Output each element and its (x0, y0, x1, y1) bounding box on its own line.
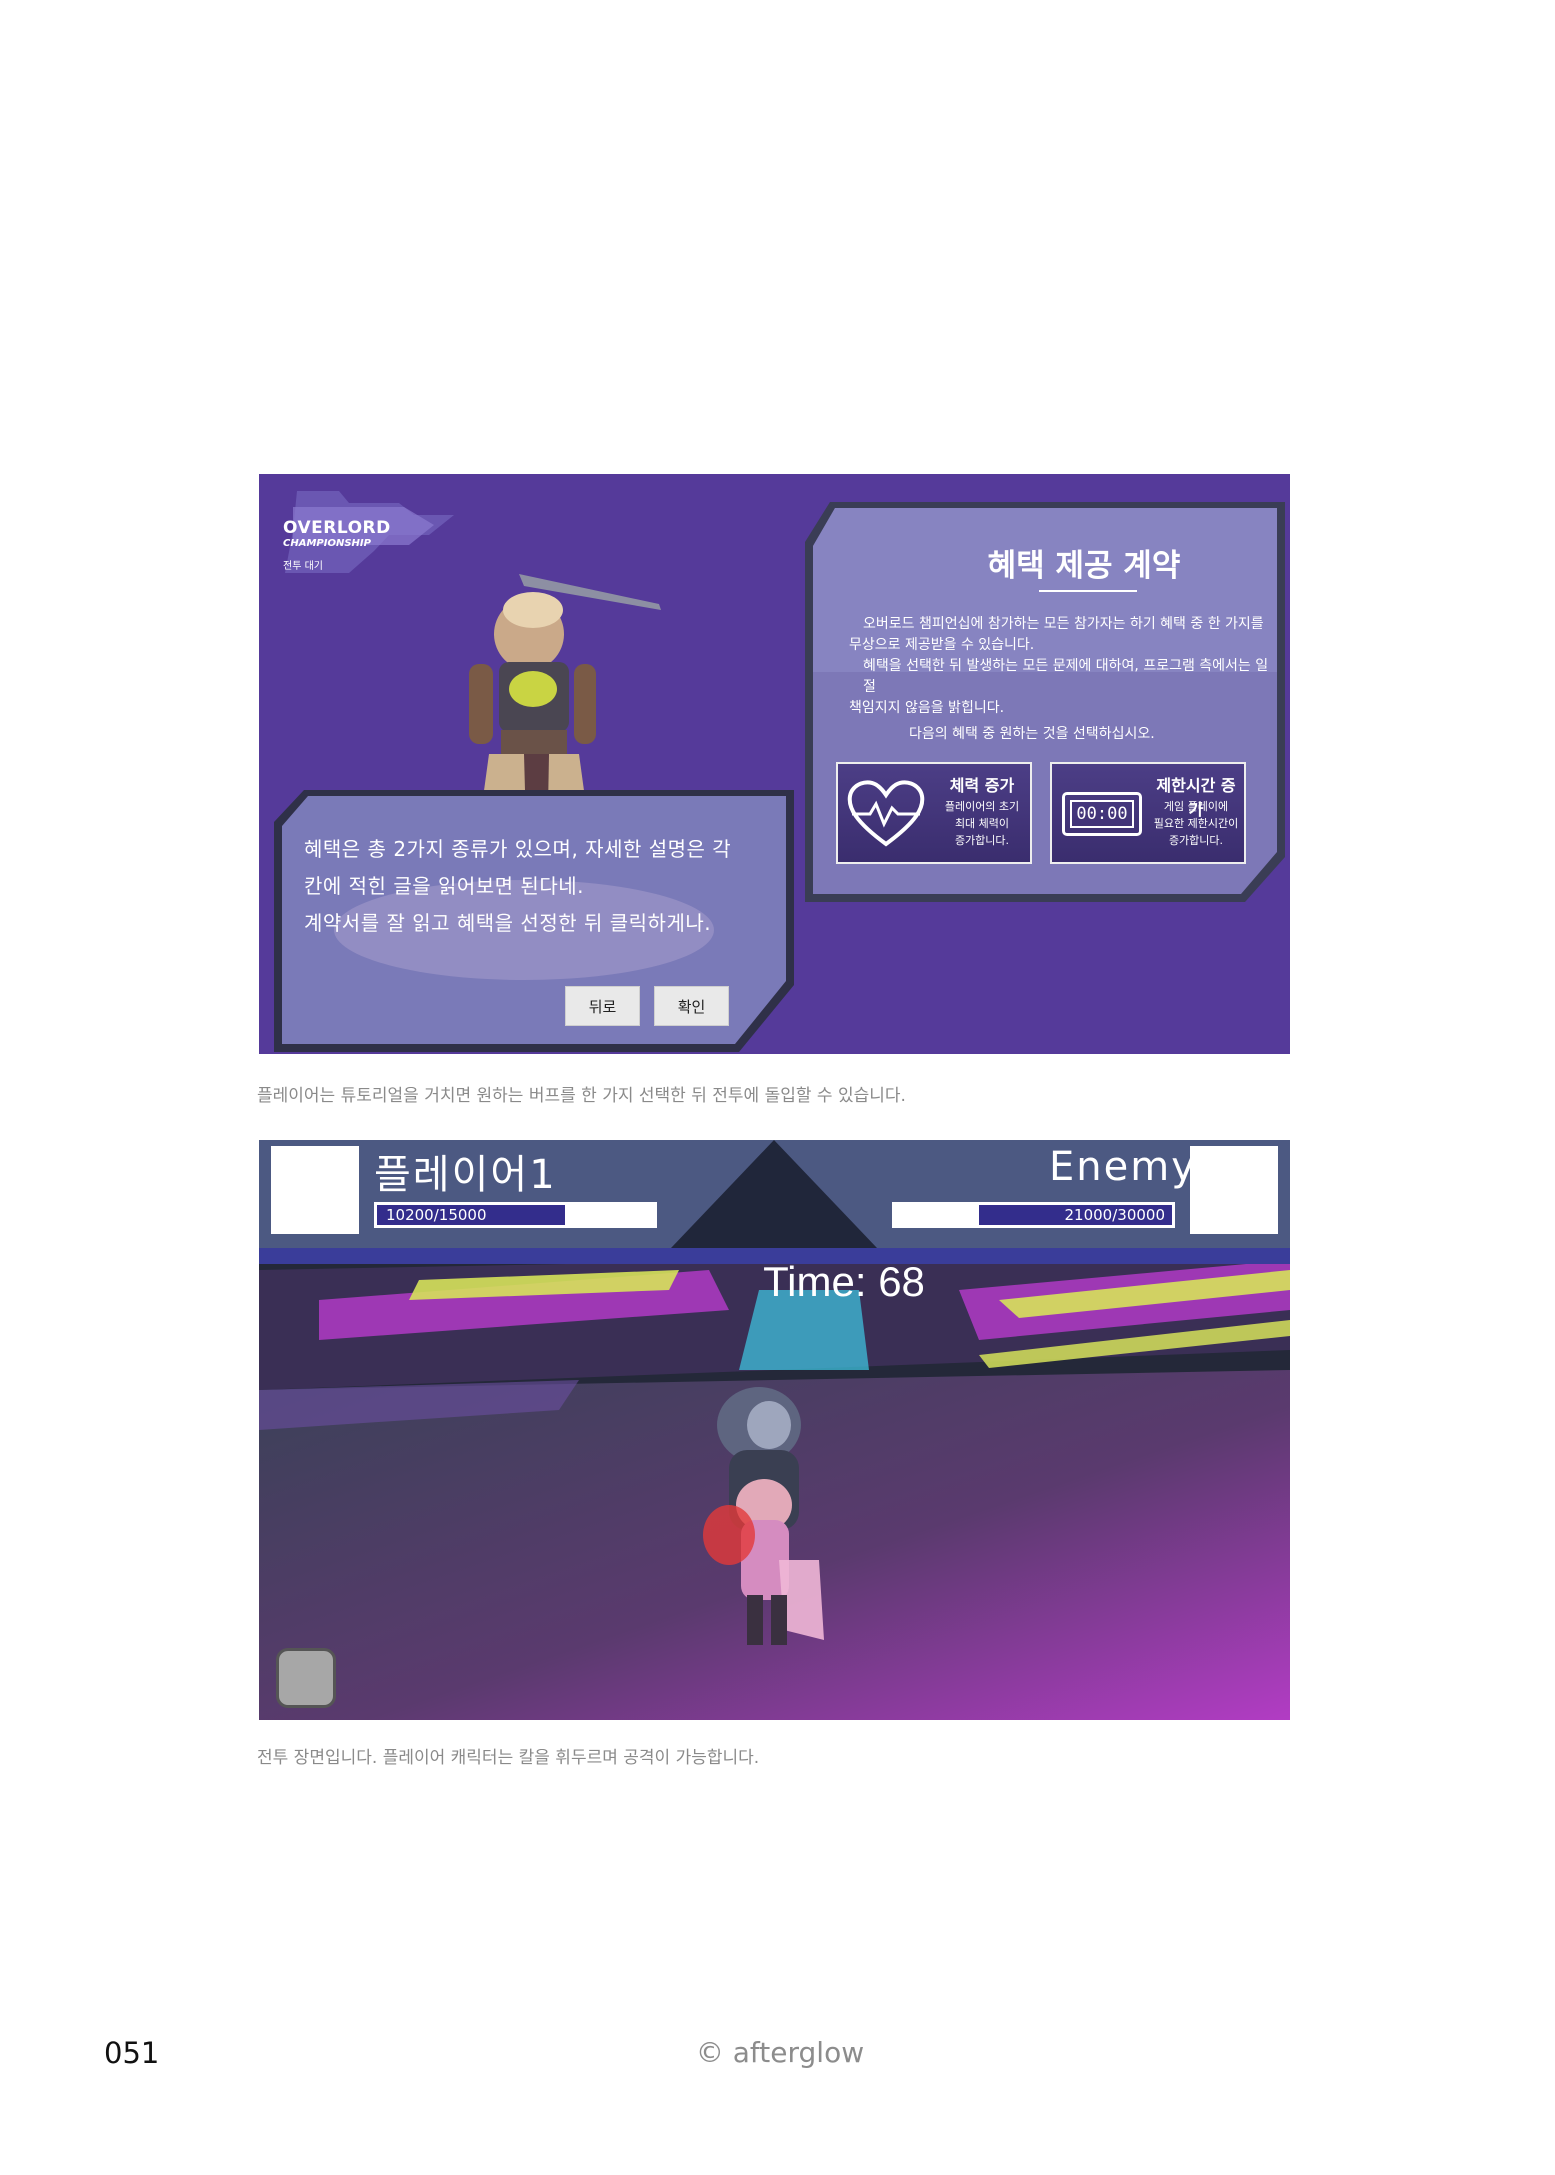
battle-timer: Time: 68 (763, 1258, 925, 1305)
enemy-name: Enemy (1049, 1144, 1197, 1190)
contract-body-line: 책임지지 않음을 밝힙니다. (849, 700, 1005, 716)
clock-display: 00:00 (1070, 800, 1134, 828)
skill-button[interactable] (276, 1648, 336, 1708)
player-avatar (271, 1146, 359, 1234)
contract-body: 오버로드 챔피언십에 참가하는 모든 참가자는 하기 혜택 중 한 가지를 무상… (849, 614, 1269, 719)
contract-body-line: 오버로드 챔피언십에 참가하는 모든 참가자는 하기 혜택 중 한 가지를 (863, 616, 1264, 632)
player-hp-bar: 10200/15000 (374, 1202, 657, 1228)
dialog-text: 혜택은 총 2가지 종류가 있으며, 자세한 설명은 각 칸에 적힌 글을 읽어… (304, 831, 774, 942)
game-state-label: 전투 대기 (283, 561, 323, 572)
benefit-option-time[interactable]: 00:00 제한시간 증가 게임 플레이에 필요한 제한시간이 증가합니다. (1050, 762, 1246, 864)
player-hp-text: 10200/15000 (386, 1206, 487, 1224)
benefit-desc-line: 증가합니다. (954, 834, 1010, 847)
contract-body-line: 혜택을 선택한 뒤 발생하는 모든 문제에 대하여, 프로그램 측에서는 일절 (863, 658, 1269, 695)
logo-title: OVERLORD (283, 518, 391, 538)
screenshot-caption: 플레이어는 튜토리얼을 거치면 원하는 버프를 한 가지 선택한 뒤 전투에 돌… (257, 1086, 906, 1106)
dialog-line: 칸에 적힌 글을 읽어보면 된다네. (304, 874, 584, 898)
screenshot-caption: 전투 장면입니다. 플레이어 캐릭터는 칼을 휘두르며 공격이 가능합니다. (257, 1748, 760, 1768)
enemy-avatar (1190, 1146, 1278, 1234)
dialog-line: 혜택은 총 2가지 종류가 있으며, 자세한 설명은 각 (304, 837, 732, 861)
benefit-desc-line: 최대 체력이 (954, 817, 1010, 830)
contract-title: 혜택 제공 계약 (987, 548, 1181, 584)
page-number: 051 (104, 2036, 160, 2070)
tutorial-screenshot: OVERLORD CHAMPIONSHIP 전투 대기 혜택 제공 계약 오버로… (259, 474, 1290, 1054)
contract-prompt: 다음의 혜택 중 원하는 것을 선택하십시오. (909, 726, 1155, 742)
enemy-hp-bar: 21000/30000 (892, 1202, 1175, 1228)
player-name: 플레이어1 (374, 1152, 557, 1198)
benefit-desc-line: 게임 플레이에 (1163, 800, 1229, 813)
dialog-line: 계약서를 잘 읽고 혜택을 선정한 뒤 클릭하게나. (304, 911, 712, 935)
benefit-desc: 게임 플레이에 필요한 제한시간이 증가합니다. (1144, 798, 1248, 849)
confirm-button[interactable]: 확인 (654, 986, 729, 1026)
heart-pulse-icon (847, 780, 925, 847)
benefit-desc: 플레이어의 초기 최대 체력이 증가합니다. (930, 798, 1034, 849)
benefit-desc-line: 플레이어의 초기 (944, 800, 1020, 813)
benefit-option-health[interactable]: 체력 증가 플레이어의 초기 최대 체력이 증가합니다. (836, 762, 1032, 864)
battle-screenshot: 플레이어1 10200/15000 Enemy 21000/30000 Time… (259, 1140, 1290, 1720)
benefit-desc-line: 증가합니다. (1168, 834, 1224, 847)
enemy-hp-text: 21000/30000 (1064, 1206, 1166, 1224)
back-button[interactable]: 뒤로 (565, 986, 640, 1026)
credit-footer: © afterglow (695, 2036, 865, 2069)
contract-body-line: 무상으로 제공받을 수 있습니다. (849, 637, 1035, 653)
contract-title-divider (1039, 590, 1137, 592)
benefit-title: 체력 증가 (949, 776, 1015, 795)
benefit-desc-line: 필요한 제한시간이 (1153, 817, 1239, 830)
logo-subtitle: CHAMPIONSHIP (283, 538, 371, 549)
digital-clock-icon: 00:00 (1062, 792, 1142, 836)
